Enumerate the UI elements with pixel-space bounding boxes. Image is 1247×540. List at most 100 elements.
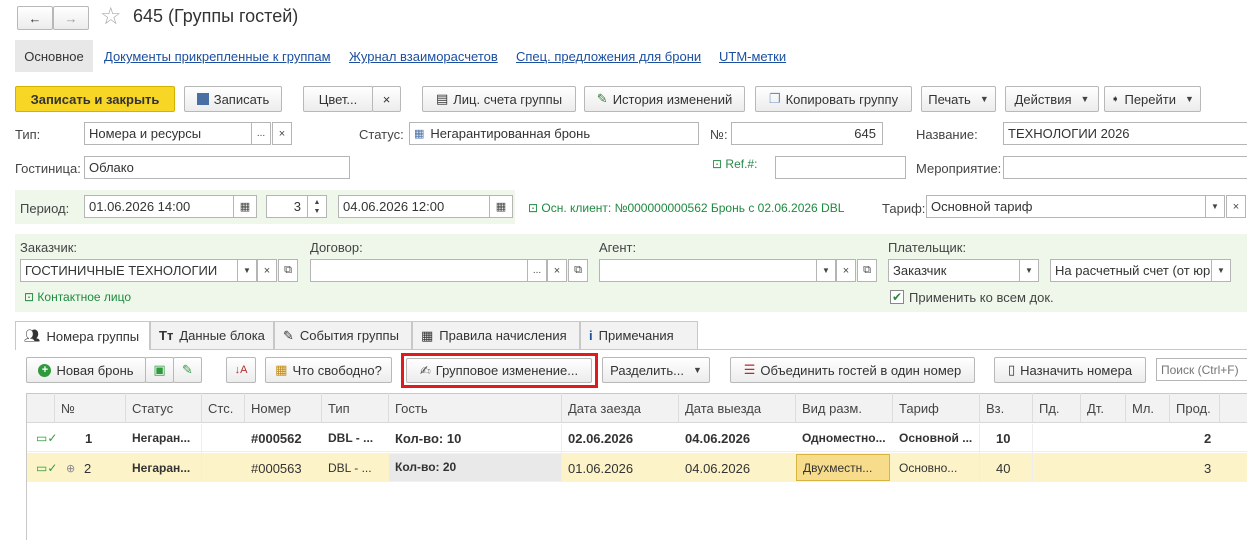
cell-accommodation[interactable]: Двухместн... (797, 454, 889, 482)
merge-guests-button[interactable]: ☰ Объединить гостей в один номер (730, 357, 975, 383)
text-format-icon: Tт (159, 328, 174, 343)
customer-clear-button[interactable]: × (257, 259, 277, 282)
col-header-status[interactable]: Статус (126, 393, 202, 423)
nav-tab-main[interactable]: Основное (15, 40, 93, 72)
actions-button[interactable]: Действия ▼ (1005, 86, 1099, 112)
accounts-button[interactable]: ▤ Лиц. счета группы (422, 86, 576, 112)
number-field[interactable]: 645 (731, 122, 883, 145)
tab-group-events[interactable]: ✎ События группы (274, 321, 412, 349)
contract-field[interactable] (310, 259, 528, 282)
tab-charging-rules[interactable]: ▦ Правила начисления (412, 321, 580, 349)
search-input[interactable] (1156, 358, 1247, 381)
whats-free-button[interactable]: ▦ Что свободно? (265, 357, 392, 383)
col-header-teens[interactable]: Пд. (1033, 393, 1081, 423)
col-header-tariff[interactable]: Тариф (893, 393, 980, 423)
nav-link-documents[interactable]: Документы прикрепленные к группам (104, 49, 331, 64)
customer-open-button[interactable]: ⧉ (278, 259, 298, 282)
table-row[interactable] (27, 424, 1247, 452)
nav-link-settlements[interactable]: Журнал взаиморасчетов (349, 49, 498, 64)
col-header-icon[interactable] (27, 393, 55, 423)
contract-clear-button[interactable]: × (547, 259, 567, 282)
name-field[interactable]: ТЕХНОЛОГИИ 2026 (1003, 122, 1247, 145)
sort-button[interactable]: ↓A (226, 357, 256, 383)
col-header-accommodation[interactable]: Вид разм. (796, 393, 893, 423)
table-row-selected[interactable] (27, 453, 1247, 482)
col-header-adults[interactable]: Вз. (980, 393, 1033, 423)
copy-green-icon: ▣ (153, 362, 166, 377)
tab-notes[interactable]: i Примечания (580, 321, 698, 349)
print-button[interactable]: Печать ▼ (921, 86, 996, 112)
save-close-button[interactable]: Записать и закрыть (15, 86, 175, 112)
contract-open-button[interactable]: ⧉ (568, 259, 588, 282)
col-header-number[interactable]: № (55, 393, 126, 423)
main-client-text: Осн. клиент: №000000000562 Бронь с 02.06… (541, 201, 845, 215)
customer-dropdown-button[interactable]: ▼ (237, 259, 257, 282)
type-clear-button[interactable]: × (272, 122, 292, 145)
customer-field[interactable]: ГОСТИНИЧНЫЕ ТЕХНОЛОГИИ (20, 259, 238, 282)
tariff-clear-button[interactable]: × (1226, 195, 1246, 218)
contact-person-link[interactable]: ⊡ Контактное лицо (24, 290, 131, 304)
expand-icon[interactable]: ⊕ (60, 454, 75, 482)
link-icon: ⊡ (24, 290, 35, 304)
group-change-button[interactable]: ✍ Групповое изменение... (406, 358, 592, 383)
col-header-children[interactable]: Дт. (1081, 393, 1126, 423)
tab-group-rooms[interactable]: 👥︎ Номера группы (15, 321, 150, 350)
col-header-infants[interactable]: Мл. (1126, 393, 1170, 423)
date-from-field[interactable]: 01.06.2026 14:00 (84, 195, 234, 218)
apply-all-checkbox[interactable]: ✔ (890, 290, 904, 304)
col-header-checkin[interactable]: Дата заезда (562, 393, 679, 423)
agent-clear-button[interactable]: × (836, 259, 856, 282)
event-field[interactable] (1003, 156, 1247, 179)
tariff-field[interactable]: Основной тариф (926, 195, 1206, 218)
history-button[interactable]: ✎ История изменений (584, 86, 745, 112)
col-header-room[interactable]: Номер (245, 393, 322, 423)
assign-rooms-button[interactable]: ▯ Назначить номера (994, 357, 1146, 383)
ref-field[interactable] (775, 156, 906, 179)
cell-type: DBL - ... (328, 431, 374, 445)
payer-account-dropdown-button[interactable]: ▼ (1211, 259, 1231, 282)
nights-field[interactable]: 3 (266, 195, 308, 218)
forward-button[interactable]: → (53, 6, 89, 30)
goto-button[interactable]: ➧ Перейти ▼ (1104, 86, 1201, 112)
date-to-field[interactable]: 04.06.2026 12:00 (338, 195, 490, 218)
type-field[interactable]: Номера и ресурсы (84, 122, 252, 145)
payer-field[interactable]: Заказчик (888, 259, 1020, 282)
favorite-star-icon[interactable]: ☆ (100, 2, 122, 31)
tab-block-data[interactable]: Tт Данные блока (150, 321, 274, 349)
hotel-field[interactable]: Облако (84, 156, 350, 179)
back-button[interactable]: ← (17, 6, 53, 30)
col-header-duration[interactable]: Прод. (1170, 393, 1220, 423)
split-button[interactable]: Разделить... ▼ (602, 357, 710, 383)
main-client-link[interactable]: ⊡ Осн. клиент: №000000000562 Бронь с 02.… (528, 201, 844, 215)
col-header-guest[interactable]: Гость (389, 393, 562, 423)
payer-account-field[interactable]: На расчетный счет (от юр (1050, 259, 1212, 282)
col-header-checkout[interactable]: Дата выезда (679, 393, 796, 423)
agent-open-button[interactable]: ⧉ (857, 259, 877, 282)
save-button[interactable]: Записать (184, 86, 282, 112)
link-icon: ⊡ (528, 201, 539, 215)
payer-dropdown-button[interactable]: ▼ (1019, 259, 1039, 282)
tariff-dropdown-button[interactable]: ▼ (1205, 195, 1225, 218)
nav-link-utm[interactable]: UTM-метки (719, 49, 786, 64)
nav-link-special-offers[interactable]: Спец. предложения для брони (516, 49, 701, 64)
nights-stepper[interactable]: ▲ ▼ (307, 195, 327, 218)
date-to-calendar-button[interactable]: ▦ (489, 195, 513, 218)
copy-group-button[interactable]: ❐ Копировать группу (755, 86, 912, 112)
color-button[interactable]: Цвет... (303, 86, 373, 112)
status-field[interactable]: ▦ Негарантированная бронь (409, 122, 699, 145)
color-clear-button[interactable]: × (372, 86, 401, 112)
edit-row-button[interactable]: ✎ (173, 357, 202, 383)
type-select-button[interactable]: ... (251, 122, 271, 145)
tab-label: Примечания (598, 328, 674, 343)
cell-duration: 3 (1204, 460, 1212, 476)
new-booking-button[interactable]: + Новая бронь (26, 357, 146, 383)
date-from-calendar-button[interactable]: ▦ (233, 195, 257, 218)
agent-dropdown-button[interactable]: ▼ (816, 259, 836, 282)
contract-select-button[interactable]: ... (527, 259, 547, 282)
col-header-type[interactable]: Тип (322, 393, 389, 423)
col-header-sts[interactable]: Стс. (202, 393, 245, 423)
agent-field[interactable] (599, 259, 817, 282)
cell-checkout: 04.06.2026 (685, 430, 751, 446)
new-booking-label: Новая бронь (56, 362, 134, 378)
copy-row-button[interactable]: ▣ (145, 357, 174, 383)
